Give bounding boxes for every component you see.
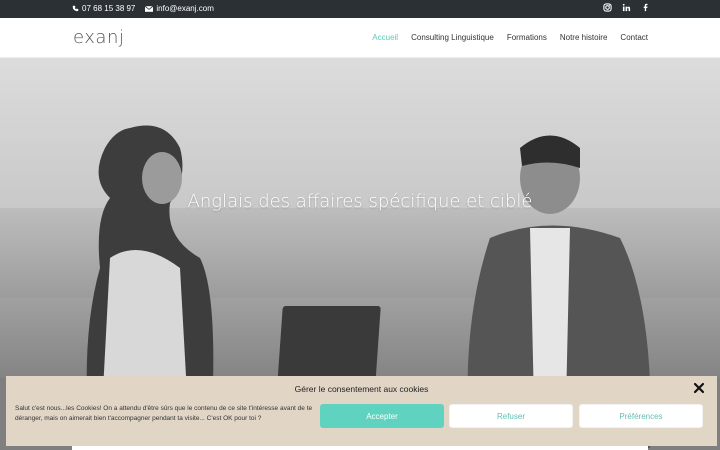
accept-cookies-button[interactable]: Accepter <box>320 404 444 428</box>
nav-item-accueil[interactable]: Accueil <box>372 33 398 42</box>
phone-number: 07 68 15 38 97 <box>82 4 136 13</box>
email-link[interactable]: info@exanj.com <box>145 4 214 13</box>
nav-item-notre-histoire[interactable]: Notre histoire <box>560 33 608 42</box>
linkedin-icon[interactable] <box>622 3 631 12</box>
phone-icon <box>72 5 79 12</box>
site-logo[interactable]: exanj <box>73 27 124 48</box>
cookie-message: Salut c'est nous...les Cookies! On a att… <box>15 405 313 422</box>
refuse-cookies-button[interactable]: Refuser <box>449 404 573 428</box>
cookie-title: Gérer le consentement aux cookies <box>294 384 429 394</box>
email-address: info@exanj.com <box>156 4 214 13</box>
phone-link[interactable]: 07 68 15 38 97 <box>72 4 135 13</box>
site-header: exanj Accueil Consulting Linguistique Fo… <box>0 18 720 58</box>
hero-laptop <box>277 306 381 386</box>
nav-item-consulting[interactable]: Consulting Linguistique <box>411 33 494 42</box>
nav-item-contact[interactable]: Contact <box>620 33 648 42</box>
main-nav: Accueil Consulting Linguistique Formatio… <box>372 33 648 42</box>
mail-icon <box>145 5 154 12</box>
contact-info: 07 68 15 38 97 info@exanj.com <box>72 4 214 13</box>
instagram-icon[interactable] <box>603 3 612 12</box>
close-icon[interactable] <box>693 382 705 394</box>
cookie-consent-banner: Gérer le consentement aux cookies Salut … <box>6 376 717 446</box>
hero-title: Anglais des affaires spécifique et ciblé <box>187 191 533 212</box>
facebook-icon[interactable] <box>641 3 650 12</box>
top-bar: 07 68 15 38 97 info@exanj.com <box>0 0 720 18</box>
cookie-preferences-button[interactable]: Préférences <box>579 404 703 428</box>
nav-item-formations[interactable]: Formations <box>507 33 547 42</box>
social-links <box>603 3 650 12</box>
